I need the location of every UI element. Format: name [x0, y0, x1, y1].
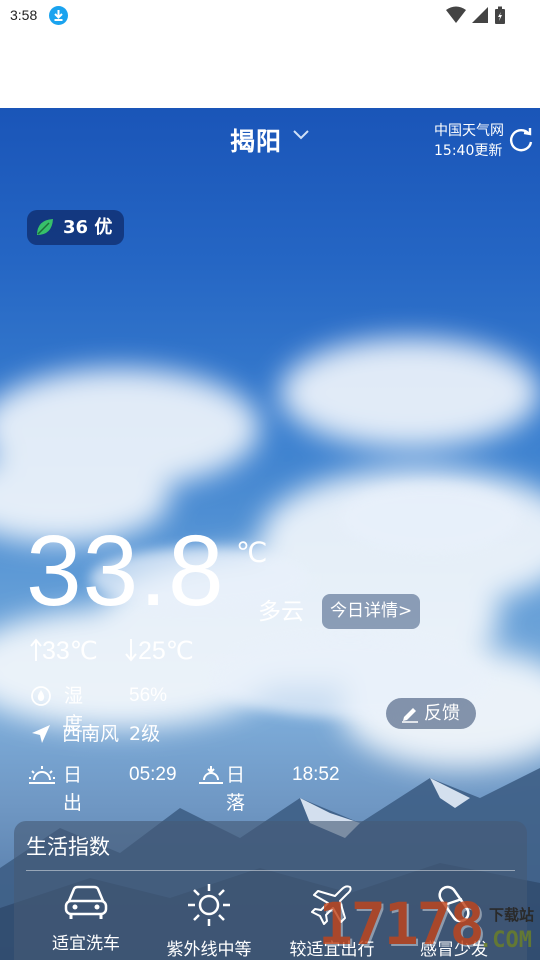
arrow-down-icon [125, 639, 137, 662]
leaf-icon [37, 219, 53, 235]
feedback-button[interactable]: 反馈 [386, 698, 476, 729]
sunset-label: 日落 [226, 764, 246, 814]
car-icon [64, 885, 108, 919]
sunset-time: 18:52 [292, 764, 340, 785]
source-name: 中国天气网 [434, 123, 504, 139]
status-time: 3:58 [10, 7, 38, 23]
data-source: 中国天气网 15:40更新 [434, 121, 504, 161]
arrow-up-icon [30, 638, 42, 661]
life-item-car-wash[interactable]: 适宜洗车 [36, 883, 136, 954]
high-temp-value: 33℃ [42, 637, 98, 665]
pencil-icon [402, 708, 418, 723]
city-name[interactable]: 揭阳 [230, 122, 282, 158]
aqi-badge[interactable]: 36 优 [27, 210, 125, 245]
divider [26, 870, 515, 871]
watermark-domain: .COM [479, 928, 532, 953]
sunrise-time: 05:29 [129, 764, 177, 785]
sunset-icon [199, 766, 223, 784]
download-icon [49, 6, 68, 25]
update-time: 15:40更新 [434, 143, 503, 159]
weather-condition: 多云 [258, 599, 304, 625]
weather-panel: 揭阳 中国天气网 15:40更新 36 优 33.8 ℃ 多云 今日详情> 33… [0, 108, 540, 960]
refresh-icon[interactable] [508, 127, 534, 153]
battery-icon [495, 6, 505, 24]
site-watermark: 17178 下载站 .COM [312, 888, 540, 960]
current-temperature: 33.8 [26, 515, 225, 627]
signal-icon [471, 7, 488, 23]
high-temp: 33℃ [30, 636, 98, 666]
sun-icon [188, 884, 230, 926]
aqi-value: 36 [63, 217, 89, 238]
low-temp-value: 25℃ [138, 637, 194, 665]
life-index-title: 生活指数 [26, 835, 110, 859]
system-icons [445, 6, 506, 25]
chevron-down-icon[interactable] [293, 130, 309, 140]
sunrise-label: 日出 [63, 764, 83, 814]
watermark-sub: 下载站 [488, 906, 534, 924]
humidity-icon [31, 686, 51, 706]
humidity-value: 56% [129, 685, 168, 706]
status-bar: 3:58 [0, 0, 540, 32]
life-item-label: 紫外线中等 [166, 940, 252, 960]
temperature-unit: ℃ [236, 536, 268, 569]
watermark-number: 17178 [318, 890, 485, 958]
low-temp: 25℃ [124, 636, 194, 666]
sunrise-icon [29, 766, 55, 784]
navigation-arrow-icon [32, 725, 50, 743]
life-item-uv[interactable]: 紫外线中等 [159, 883, 259, 960]
aqi-level: 优 [94, 217, 113, 238]
feedback-label: 反馈 [424, 703, 460, 724]
wifi-icon [445, 6, 466, 23]
life-item-label: 适宜洗车 [52, 934, 120, 954]
wind-direction: 西南风 [62, 723, 120, 745]
wind-level: 2级 [129, 723, 161, 745]
today-detail-button[interactable]: 今日详情> [322, 594, 421, 629]
